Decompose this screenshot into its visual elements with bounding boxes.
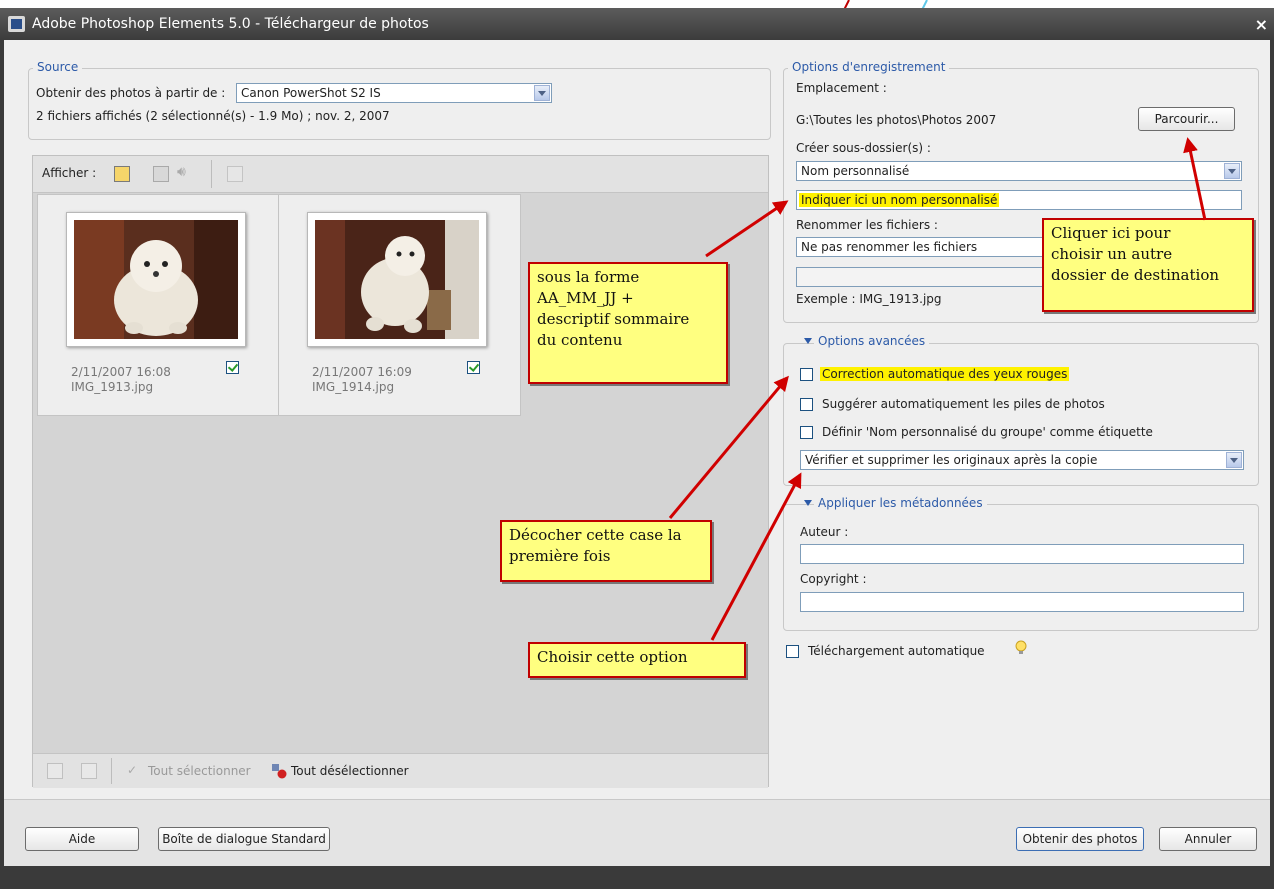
location-path: G:\Toutes les photos\Photos 2007 (796, 113, 997, 127)
select-all-button[interactable]: Tout sélectionner (148, 764, 251, 778)
copyright-label: Copyright : (800, 572, 867, 586)
audio-icon[interactable]: 🔊︎ (177, 164, 186, 180)
photo-thumbnail[interactable] (66, 212, 246, 347)
cancel-button[interactable]: Annuler (1159, 827, 1257, 851)
chevron-down-icon[interactable] (1226, 452, 1242, 468)
dog-image (74, 220, 238, 339)
get-photos-button[interactable]: Obtenir des photos (1016, 827, 1144, 851)
document-view-icon[interactable] (153, 166, 169, 182)
suggest-stacks-checkbox[interactable] (800, 398, 813, 411)
photo-date: 2/11/2007 16:08 (71, 365, 171, 379)
view-toolbar: Afficher : 🔊︎ (33, 156, 768, 193)
note-line: choisir un autre (1051, 245, 1173, 263)
group-tag-checkbox[interactable] (800, 426, 813, 439)
close-icon[interactable]: × (1255, 15, 1268, 34)
photo-cell[interactable]: 2/11/2007 16:08 IMG_1913.jpg (37, 194, 280, 416)
note-line: première fois (509, 547, 611, 565)
title-bar: Adobe Photoshop Elements 5.0 - Télécharg… (0, 8, 1274, 40)
note-line: AA_MM_JJ + (537, 289, 634, 307)
author-label: Auteur : (800, 525, 849, 539)
selection-toolbar: ✓ Tout sélectionner Tout désélectionner (33, 753, 768, 788)
photo-meta: 2/11/2007 16:09 IMG_1914.jpg (312, 365, 412, 395)
red-eye-checkbox[interactable] (800, 368, 813, 381)
photo-cell[interactable]: 2/11/2007 16:09 IMG_1914.jpg (278, 194, 521, 416)
deselect-all-icon (271, 763, 287, 779)
chevron-down-icon[interactable] (1224, 163, 1240, 179)
help-button[interactable]: Aide (25, 827, 139, 851)
toolbar-divider (111, 758, 112, 784)
example-text: Exemple : IMG_1913.jpg (796, 292, 942, 306)
photo-browser: Afficher : 🔊︎ 2/11/2007 16:08 IMG_1913.j… (32, 155, 769, 788)
toolbar-divider (211, 160, 212, 188)
top-strip (0, 0, 1274, 8)
note-line: sous la forme (537, 268, 640, 286)
save-options-legend: Options d'enregistrement (788, 60, 950, 74)
lightbulb-icon[interactable] (1014, 640, 1028, 659)
collapse-triangle-icon[interactable] (804, 338, 812, 344)
photo-date: 2/11/2007 16:09 (312, 365, 412, 379)
copyright-field[interactable] (800, 592, 1244, 612)
note-line: Décocher cette case la (509, 526, 682, 544)
photo-filename: IMG_1914.jpg (312, 380, 395, 394)
red-eye-label[interactable]: Correction automatique des yeux rouges (820, 367, 1070, 381)
window-footer (0, 866, 1274, 889)
note-line: Cliquer ici pour (1051, 224, 1171, 242)
photo-filename: IMG_1913.jpg (71, 380, 154, 394)
note-line: du contenu (537, 331, 623, 349)
window-title: Adobe Photoshop Elements 5.0 - Télécharg… (32, 16, 429, 32)
photo-thumbnail[interactable] (307, 212, 487, 347)
show-label: Afficher : (42, 166, 97, 180)
subfolder-select[interactable]: Nom personnalisé (796, 161, 1242, 181)
custom-name-input[interactable]: Indiquer ici un nom personnalisé (796, 190, 1242, 210)
photo-select-checkbox[interactable] (467, 361, 480, 374)
dialog-body: Source Obtenir des photos à partir de : … (4, 40, 1270, 799)
standard-dialog-button[interactable]: Boîte de dialogue Standard (158, 827, 330, 851)
rotate-right-icon[interactable] (81, 763, 97, 779)
author-field[interactable] (800, 544, 1244, 564)
device-select[interactable]: Canon PowerShot S2 IS (236, 83, 552, 103)
collapse-triangle-icon[interactable] (804, 500, 812, 506)
device-value: Canon PowerShot S2 IS (241, 86, 381, 100)
source-group (28, 68, 771, 140)
auto-download-checkbox[interactable] (786, 645, 799, 658)
select-all-icon: ✓ (127, 763, 138, 777)
delete-option-value: Vérifier et supprimer les originaux aprè… (805, 453, 1098, 467)
location-label: Emplacement : (796, 81, 887, 95)
note-line: Choisir cette option (537, 648, 688, 666)
file-info: 2 fichiers affichés (2 sélectionné(s) - … (36, 109, 390, 123)
annotation-naming-note: sous la forme AA_MM_JJ + descriptif somm… (528, 262, 728, 384)
rename-label: Renommer les fichiers : (796, 218, 938, 232)
advanced-options-legend[interactable]: Options avancées (814, 334, 930, 348)
photo-view-icon[interactable] (114, 166, 130, 182)
annotation-browse-note: Cliquer ici pour choisir un autre dossie… (1042, 218, 1254, 312)
rename-value: Ne pas renommer les fichiers (801, 240, 978, 254)
annotation-uncheck-note: Décocher cette case la première fois (500, 520, 712, 582)
photo-select-checkbox[interactable] (226, 361, 239, 374)
metadata-legend[interactable]: Appliquer les métadonnées (814, 496, 987, 510)
group-tag-label[interactable]: Définir 'Nom personnalisé du groupe' com… (822, 425, 1153, 439)
rotate-icon[interactable] (227, 166, 243, 182)
annotation-choose-note: Choisir cette option (528, 642, 746, 678)
photo-meta: 2/11/2007 16:08 IMG_1913.jpg (71, 365, 171, 395)
obtain-label: Obtenir des photos à partir de : (36, 86, 226, 100)
deselect-all-button[interactable]: Tout désélectionner (291, 764, 409, 778)
auto-download-label[interactable]: Téléchargement automatique (808, 644, 985, 658)
dog-image (315, 220, 479, 339)
subfolder-label: Créer sous-dossier(s) : (796, 141, 931, 155)
subfolder-value: Nom personnalisé (801, 164, 910, 178)
source-legend: Source (33, 60, 83, 74)
delete-option-select[interactable]: Vérifier et supprimer les originaux aprè… (800, 450, 1244, 470)
note-line: descriptif sommaire (537, 310, 690, 328)
rotate-left-icon[interactable] (47, 763, 63, 779)
app-icon (8, 16, 25, 32)
button-bar: Aide Boîte de dialogue Standard Obtenir … (4, 799, 1270, 866)
note-line: dossier de destination (1051, 266, 1220, 284)
chevron-down-icon[interactable] (534, 85, 550, 101)
browse-button[interactable]: Parcourir... (1138, 107, 1235, 131)
custom-name-value: Indiquer ici un nom personnalisé (799, 193, 1000, 207)
suggest-stacks-label[interactable]: Suggérer automatiquement les piles de ph… (822, 397, 1105, 411)
